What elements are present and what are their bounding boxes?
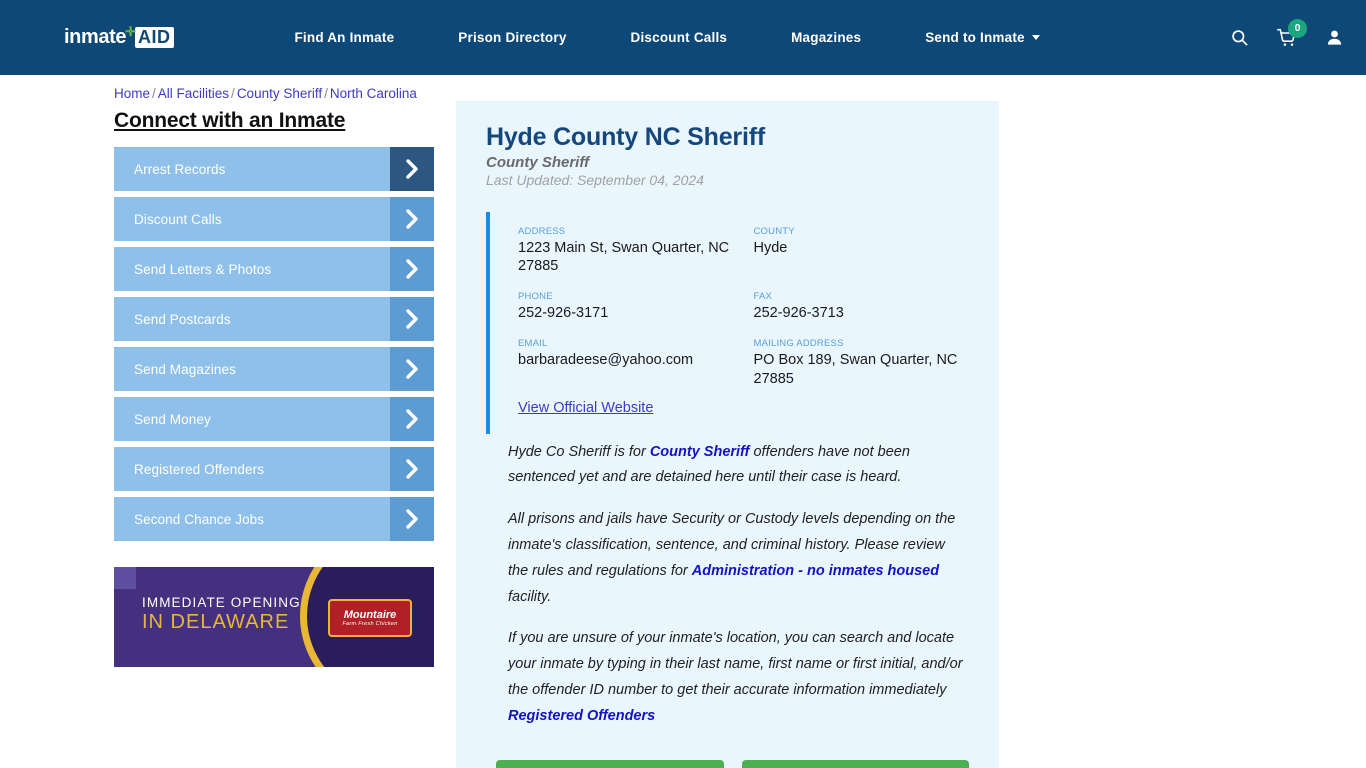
ad-brand-tagline: Farm Fresh Chicken xyxy=(342,621,398,628)
description-paragraph-2: All prisons and jails have Security or C… xyxy=(508,507,969,610)
info-value: PO Box 189, Swan Quarter, NC 27885 xyxy=(753,352,958,387)
facility-type: County Sheriff xyxy=(486,154,590,171)
ad-line-2: IN DELAWARE xyxy=(142,610,290,633)
sidebar-item-registered-offenders[interactable]: Registered Offenders xyxy=(114,447,434,491)
info-value: 1223 Main St, Swan Quarter, NC 27885 xyxy=(518,240,730,275)
sidebar-item-arrest-records[interactable]: Arrest Records xyxy=(114,147,434,191)
breadcrumb-separator: / xyxy=(231,86,235,101)
info-field-fax: FAX 252-926-3713 xyxy=(754,291,970,322)
chevron-right-icon xyxy=(390,497,434,541)
site-logo[interactable]: inmate ✛ AID xyxy=(64,23,175,52)
ad-text: IMMEDIATE OPENING IN DELAWARE xyxy=(142,595,301,635)
p1-text-a: Hyde Co Sheriff is for xyxy=(508,443,650,460)
info-label: ADDRESS xyxy=(518,226,566,237)
p3-text-a: If you are unsure of your inmate's locat… xyxy=(508,630,963,698)
sidebar-item-label: Arrest Records xyxy=(134,161,226,177)
ad-brand-name: Mountaire xyxy=(343,608,397,621)
sidebar-item-send-magazines[interactable]: Send Magazines xyxy=(114,347,434,391)
nav-item-discount-calls[interactable]: Discount Calls xyxy=(599,30,760,45)
facility-contact-info: ADDRESS 1223 Main St, Swan Quarter, NC 2… xyxy=(486,212,969,434)
sidebar-item-label: Second Chance Jobs xyxy=(134,511,265,527)
cta-secondary-button[interactable] xyxy=(741,759,969,768)
sidebar-item-label: Send Letters & Photos xyxy=(134,261,272,277)
p2-text-b: facility. xyxy=(508,588,552,605)
ad-line-1: IMMEDIATE OPENING xyxy=(142,595,301,610)
breadcrumb-item-all-facilities[interactable]: All Facilities xyxy=(158,86,229,101)
sidebar-item-label: Send Postcards xyxy=(134,311,231,327)
chevron-right-icon xyxy=(390,347,434,391)
info-label: COUNTY xyxy=(753,226,795,237)
nav-item-prison-directory[interactable]: Prison Directory xyxy=(426,30,598,45)
info-field-mailing-address: MAILING ADDRESS PO Box 189, Swan Quarter… xyxy=(754,338,970,387)
nav-item-send-to-inmate[interactable]: Send to Inmate xyxy=(893,30,1072,45)
info-field-phone: PHONE 252-926-3171 xyxy=(518,291,734,322)
sidebar-item-send-postcards[interactable]: Send Postcards xyxy=(114,297,434,341)
nav-item-find-an-inmate[interactable]: Find An Inmate xyxy=(262,30,426,45)
chevron-right-icon xyxy=(390,297,434,341)
sidebar-title: Connect with an Inmate xyxy=(114,109,346,132)
sidebar-item-discount-calls[interactable]: Discount Calls xyxy=(114,197,434,241)
site-header: inmate ✛ AID Find An Inmate Prison Direc… xyxy=(0,0,1366,75)
search-icon[interactable] xyxy=(1230,28,1249,47)
logo-plus-icon: ✛ xyxy=(125,23,136,39)
facility-last-updated: Last Updated: September 04, 2024 xyxy=(486,172,704,188)
logo-aid-badge: AID xyxy=(134,27,175,48)
description-paragraph-3: If you are unsure of your inmate's locat… xyxy=(508,626,969,729)
info-label: MAILING ADDRESS xyxy=(753,338,844,350)
breadcrumb-separator: / xyxy=(152,86,156,101)
chevron-right-icon xyxy=(390,247,434,291)
cart-icon[interactable]: 0 xyxy=(1277,18,1307,48)
cart-count-badge: 0 xyxy=(1288,18,1307,38)
main-navigation: Find An Inmate Prison Directory Discount… xyxy=(262,30,1071,45)
description-paragraph-1: Hyde Co Sheriff is for County Sheriff of… xyxy=(508,440,969,492)
info-label: FAX xyxy=(753,291,773,303)
info-label: PHONE xyxy=(518,291,553,303)
sidebar: Connect with an Inmate Arrest Records Di… xyxy=(114,101,434,667)
sidebar-item-send-letters-photos[interactable]: Send Letters & Photos xyxy=(114,247,434,291)
advertisement-banner[interactable]: IMMEDIATE OPENING IN DELAWARE Mountaire … xyxy=(114,567,434,667)
chevron-right-icon xyxy=(390,447,434,491)
sidebar-item-label: Registered Offenders xyxy=(134,461,265,477)
page-title: Hyde County NC Sheriff xyxy=(486,123,765,151)
facility-detail-card: Hyde County NC Sheriff County Sheriff La… xyxy=(456,101,999,768)
breadcrumb: Home / All Facilities / County Sheriff / North… xyxy=(0,75,1366,101)
cta-primary-button[interactable] xyxy=(496,759,724,768)
p1-emphasis: County Sheriff xyxy=(649,443,750,460)
sidebar-item-send-money[interactable]: Send Money xyxy=(114,397,434,441)
chevron-right-icon xyxy=(390,147,434,191)
p3-emphasis: Registered Offenders xyxy=(508,707,656,724)
breadcrumb-item-home[interactable]: Home xyxy=(114,86,150,101)
ad-corner-decoration xyxy=(114,567,136,589)
ad-brand-logo: Mountaire Farm Fresh Chicken xyxy=(328,599,412,637)
sidebar-item-second-chance-jobs[interactable]: Second Chance Jobs xyxy=(114,497,434,541)
chevron-right-icon xyxy=(390,397,434,441)
sidebar-item-label: Send Magazines xyxy=(134,361,236,377)
info-field-address: ADDRESS 1223 Main St, Swan Quarter, NC 2… xyxy=(518,226,734,275)
breadcrumb-item-north-carolina[interactable]: North Carolina xyxy=(330,86,417,101)
info-field-email: EMAIL barbaradeese@yahoo.com xyxy=(518,338,734,387)
p2-emphasis: Administration - no inmates housed xyxy=(691,562,940,579)
user-icon[interactable] xyxy=(1325,28,1344,47)
info-value: barbaradeese@yahoo.com xyxy=(518,352,694,369)
facility-description: Hyde Co Sheriff is for County Sheriff of… xyxy=(486,434,969,730)
view-official-website-link[interactable]: View Official Website xyxy=(518,400,969,416)
cta-button-row xyxy=(486,746,969,768)
header-icon-group: 0 xyxy=(1230,18,1344,48)
info-field-county: COUNTY Hyde xyxy=(754,226,970,275)
page-body: Connect with an Inmate Arrest Records Di… xyxy=(0,101,1366,768)
breadcrumb-separator: / xyxy=(324,86,328,101)
info-label: EMAIL xyxy=(518,338,548,350)
logo-wordmark: inmate xyxy=(64,26,127,48)
sidebar-item-label: Send Money xyxy=(134,411,211,427)
breadcrumb-item-county-sheriff[interactable]: County Sheriff xyxy=(237,86,322,101)
info-value: 252-926-3713 xyxy=(753,305,844,322)
nav-item-magazines[interactable]: Magazines xyxy=(759,30,893,45)
info-value: 252-926-3171 xyxy=(518,305,609,322)
chevron-right-icon xyxy=(390,197,434,241)
info-value: Hyde xyxy=(753,240,788,256)
sidebar-item-label: Discount Calls xyxy=(134,211,222,227)
